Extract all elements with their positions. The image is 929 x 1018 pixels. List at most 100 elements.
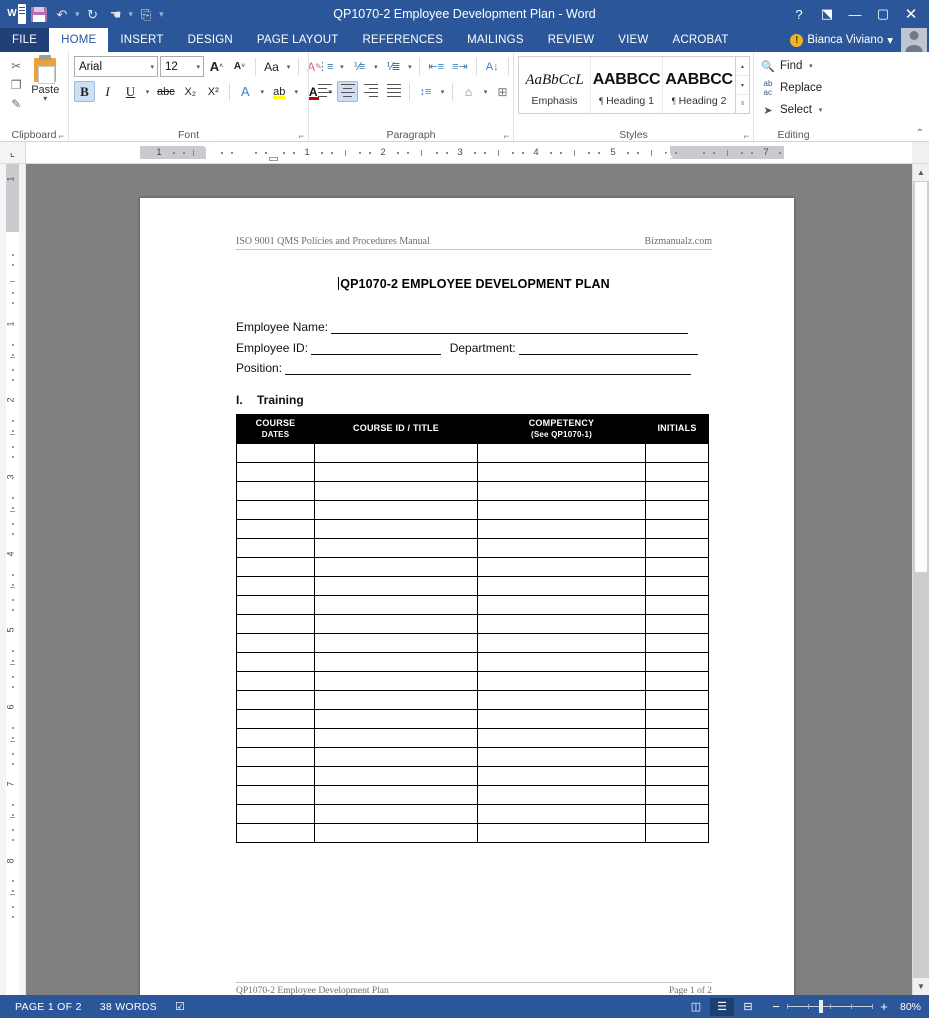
underline-dropdown-icon[interactable]: ▾ (143, 88, 152, 96)
cell-competency[interactable] (477, 575, 646, 596)
clipboard-dialog-launcher-icon[interactable]: ⌐ (59, 131, 64, 141)
bullets-icon[interactable]: ⋮≡ (314, 56, 335, 77)
highlight-dropdown-icon[interactable]: ▾ (292, 88, 301, 96)
cell-competency[interactable] (477, 613, 646, 634)
maximize-button[interactable]: ▢ (869, 1, 897, 27)
cell-course-id[interactable] (314, 727, 478, 748)
tab-file[interactable]: FILE (0, 28, 50, 52)
tab-references[interactable]: REFERENCES (351, 28, 456, 52)
shading-icon[interactable]: ⌂ (458, 81, 479, 102)
zoom-out-button[interactable]: − (770, 999, 782, 1014)
table-row[interactable] (236, 613, 709, 634)
cell-course-id[interactable] (314, 613, 478, 634)
cell-course-dates[interactable] (236, 746, 315, 767)
tab-page-layout[interactable]: PAGE LAYOUT (245, 28, 351, 52)
cell-initials[interactable] (645, 499, 709, 520)
font-size-dropdown-icon[interactable]: ▾ (196, 63, 200, 71)
cell-course-id[interactable] (314, 461, 478, 482)
cell-course-id[interactable] (314, 518, 478, 539)
subscript-button[interactable]: X₂ (180, 81, 201, 102)
table-row[interactable] (236, 822, 709, 843)
cell-initials[interactable] (645, 689, 709, 710)
cell-course-dates[interactable] (236, 784, 315, 805)
training-table[interactable]: COURSE DATES COURSE ID / TITLE COMPETENCY… (236, 413, 709, 843)
cell-competency[interactable] (477, 537, 646, 558)
cell-competency[interactable] (477, 651, 646, 672)
cell-initials[interactable] (645, 670, 709, 691)
form-field-position[interactable]: Position: (236, 358, 712, 379)
decrease-indent-icon[interactable]: ⇤≡ (425, 56, 447, 77)
justify-button[interactable] (383, 81, 404, 102)
cell-competency[interactable] (477, 670, 646, 691)
font-name-input[interactable]: Arial ▾ (74, 56, 158, 77)
cell-course-id[interactable] (314, 575, 478, 596)
cell-course-dates[interactable] (236, 461, 315, 482)
undo-icon[interactable]: ↶ (51, 3, 73, 25)
paste-dropdown-icon[interactable]: ▾ (43, 95, 47, 103)
table-row[interactable] (236, 461, 709, 482)
sort-icon[interactable]: A↓ (482, 56, 503, 77)
cell-course-dates[interactable] (236, 822, 315, 843)
italic-button[interactable]: I (97, 81, 118, 102)
zoom-in-button[interactable]: + (878, 999, 890, 1014)
tab-review[interactable]: REVIEW (536, 28, 607, 52)
underline-button[interactable]: U (120, 81, 141, 102)
cell-initials[interactable] (645, 746, 709, 767)
word-count[interactable]: 38 WORDS (91, 1001, 166, 1013)
zoom-level-label[interactable]: 80% (895, 1001, 923, 1013)
table-row[interactable] (236, 556, 709, 577)
font-name-dropdown-icon[interactable]: ▾ (150, 63, 154, 71)
font-dialog-launcher-icon[interactable]: ⌐ (299, 131, 304, 141)
form-field-employee-id[interactable]: Employee ID: Department: (236, 338, 712, 359)
cell-initials[interactable] (645, 461, 709, 482)
table-row[interactable] (236, 518, 709, 539)
table-row[interactable] (236, 442, 709, 463)
field-blank-line[interactable] (519, 353, 699, 355)
cell-competency[interactable] (477, 784, 646, 805)
vertical-ruler[interactable]: 1 1 2 3 4 5 6 7 8 (0, 164, 26, 995)
table-row[interactable] (236, 803, 709, 824)
open-recent-icon[interactable]: ⎘ (135, 3, 157, 25)
cell-initials[interactable] (645, 708, 709, 729)
paragraph-dialog-launcher-icon[interactable]: ⌐ (504, 131, 509, 141)
tab-home[interactable]: HOME (49, 28, 109, 52)
cell-course-id[interactable] (314, 499, 478, 520)
cell-competency[interactable] (477, 594, 646, 615)
cell-course-dates[interactable] (236, 803, 315, 824)
avatar[interactable] (901, 28, 927, 52)
table-row[interactable] (236, 537, 709, 558)
cell-initials[interactable] (645, 822, 709, 843)
cell-competency[interactable] (477, 442, 646, 463)
field-blank-line[interactable] (285, 374, 692, 375)
cell-course-dates[interactable] (236, 499, 315, 520)
table-row[interactable] (236, 480, 709, 501)
cell-course-id[interactable] (314, 537, 478, 558)
cell-competency[interactable] (477, 803, 646, 824)
tab-design[interactable]: DESIGN (176, 28, 245, 52)
table-row[interactable] (236, 575, 709, 596)
minimize-button[interactable]: — (841, 1, 869, 27)
strikethrough-button[interactable]: abc (154, 81, 178, 102)
cell-course-id[interactable] (314, 746, 478, 767)
table-row[interactable] (236, 632, 709, 653)
cell-course-dates[interactable] (236, 765, 315, 786)
tab-view[interactable]: VIEW (606, 28, 660, 52)
table-row[interactable] (236, 651, 709, 672)
cell-competency[interactable] (477, 822, 646, 843)
cell-course-dates[interactable] (236, 727, 315, 748)
cell-initials[interactable] (645, 727, 709, 748)
save-icon[interactable] (28, 3, 50, 25)
first-line-indent-marker[interactable] (201, 142, 211, 149)
cell-competency[interactable] (477, 708, 646, 729)
scroll-up-icon[interactable]: ▲ (913, 164, 929, 181)
cell-initials[interactable] (645, 632, 709, 653)
superscript-button[interactable]: X² (203, 81, 224, 102)
cell-course-id[interactable] (314, 822, 478, 843)
table-row[interactable] (236, 499, 709, 520)
bold-button[interactable]: B (74, 81, 95, 102)
cell-initials[interactable] (645, 480, 709, 501)
cell-course-id[interactable] (314, 556, 478, 577)
cell-initials[interactable] (645, 537, 709, 558)
undo-dropdown-icon[interactable]: ▾ (74, 9, 81, 20)
cell-course-id[interactable] (314, 784, 478, 805)
